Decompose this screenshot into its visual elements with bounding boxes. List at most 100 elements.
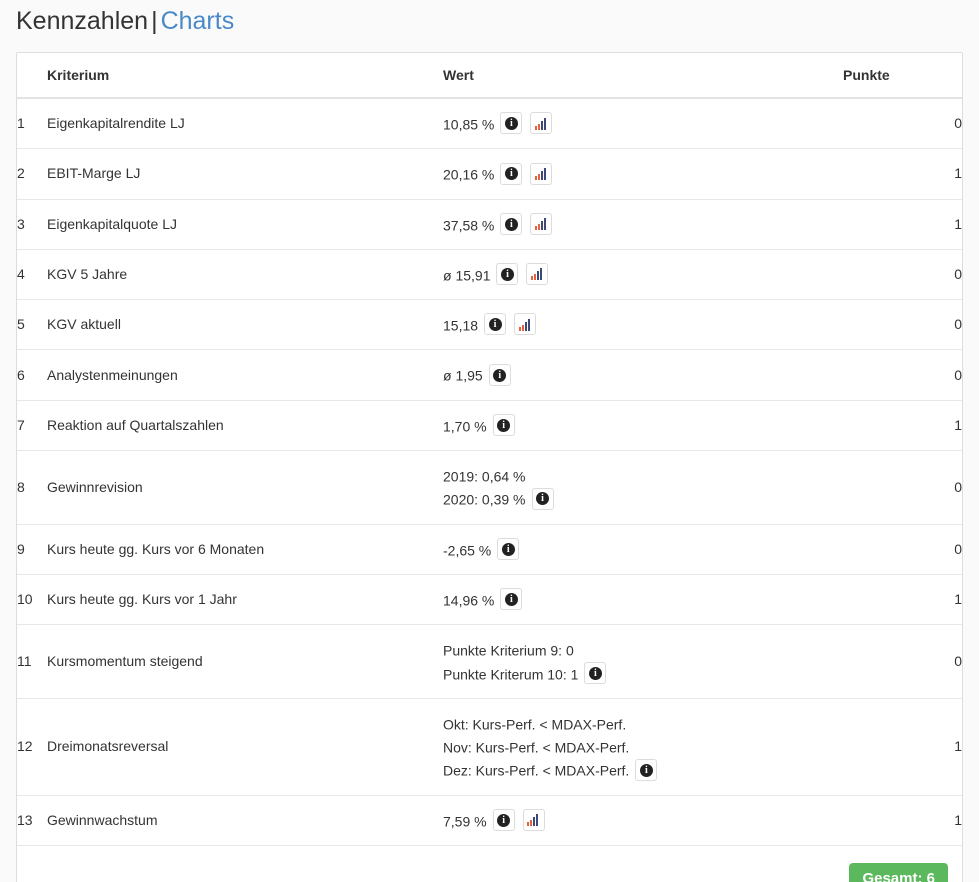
row-wert: Okt: Kurs-Perf. < MDAX-Perf. Nov: Kurs-Pe… — [443, 697, 843, 796]
info-circle-icon[interactable]: i — [500, 212, 523, 235]
total-wrapper: Gesamt: 6 — [29, 862, 948, 882]
table-row: 9 Kurs heute gg. Kurs vor 6 Monaten -2,65 … — [17, 523, 962, 575]
info-circle-icon[interactable]: i — [496, 263, 519, 286]
row-index: 1 — [17, 115, 25, 132]
value-line: Dez: Kurs-Perf. < MDAX-Perf. i — [443, 758, 843, 781]
row-punkte: 1 — [843, 573, 962, 625]
row-kriterium: Gewinnwachstum — [47, 794, 443, 846]
column-header-index — [17, 53, 47, 99]
info-circle-icon[interactable]: i — [584, 661, 607, 684]
value-text: Okt: Kurs-Perf. < MDAX-Perf. — [443, 716, 627, 733]
row-punkte: 1 — [843, 399, 962, 451]
value-text: 14,96 % — [443, 592, 495, 609]
info-circle-icon[interactable]: i — [497, 537, 520, 560]
info-glyph: i — [493, 368, 507, 382]
info-circle-icon[interactable]: i — [492, 414, 515, 437]
bar-chart-icon[interactable] — [514, 313, 537, 336]
row-kriterium: Kurs heute gg. Kurs vor 1 Jahr — [47, 573, 443, 625]
row-kriterium: Gewinnrevision — [47, 450, 443, 525]
bar-chart-icon[interactable] — [530, 212, 553, 235]
info-circle-icon[interactable]: i — [492, 809, 515, 832]
table-row: 4 KGV 5 Jahre ø 15,91 i 0 — [17, 248, 962, 300]
row-punkte: 0 — [843, 450, 962, 525]
page-root: Kennzahlen | Charts Kriterium Wert Punkte … — [0, 0, 979, 882]
info-glyph: i — [488, 318, 502, 332]
charts-link[interactable]: Charts — [161, 7, 235, 35]
row-index: 9 — [17, 523, 47, 575]
row-index: 3 — [17, 198, 47, 250]
table-row: 1 Eigenkapitalrendite LJ 10,85 % i 0 — [17, 98, 962, 149]
value-lines: 20,16 % i — [443, 162, 843, 185]
table-row: 10 Kurs heute gg. Kurs vor 1 Jahr 14,96 % i… — [17, 573, 962, 625]
page-title: Kennzahlen | Charts — [16, 3, 234, 39]
value-text: Punkte Kriterum 10: 1 — [443, 665, 579, 682]
row-index: 4 — [17, 248, 47, 300]
row-punkte: 1 — [843, 794, 962, 846]
row-wert: 1,70 % i — [443, 399, 843, 451]
value-line: ø 15,91 i — [443, 263, 843, 286]
kennzahlen-table: Kriterium Wert Punkte 1 Eigenkapitalrendi… — [17, 53, 962, 882]
info-circle-icon[interactable]: i — [500, 588, 523, 611]
bar-chart-icon[interactable] — [526, 263, 549, 286]
value-text: Nov: Kurs-Perf. < MDAX-Perf. — [443, 739, 630, 756]
table-row: 5 KGV aktuell 15,18 i 0 — [17, 299, 962, 350]
row-punkte: 0 — [954, 115, 962, 132]
bar-chart-icon[interactable] — [522, 809, 545, 832]
value-text: 1,70 % — [443, 418, 487, 435]
row-kriterium: Dreimonatsreversal — [47, 697, 443, 796]
value-lines: Okt: Kurs-Perf. < MDAX-Perf. Nov: Kurs-Pe… — [443, 712, 843, 782]
info-circle-icon[interactable]: i — [500, 162, 523, 185]
value-text: 20,16 % — [443, 166, 495, 183]
value-lines: 10,85 % i — [443, 112, 843, 135]
value-line: 2020: 0,39 % i — [443, 487, 843, 510]
value-line: 7,59 % i — [443, 809, 843, 832]
value-lines: 37,58 % i — [443, 212, 843, 236]
table-header: Kriterium Wert Punkte — [17, 53, 962, 99]
value-text: -2,65 % — [443, 541, 492, 558]
value-lines: 1,70 % i — [443, 414, 843, 437]
bar-chart-icon[interactable] — [530, 112, 553, 135]
row-wert: 20,16 % i — [443, 148, 843, 200]
row-wert: -2,65 % i — [443, 523, 843, 575]
row-wert: 10,85 % i — [443, 98, 843, 149]
info-circle-icon[interactable]: i — [531, 487, 554, 510]
bar-chart-icon[interactable] — [530, 162, 553, 185]
row-index: 10 — [17, 573, 47, 625]
value-text: 15,18 — [443, 317, 479, 334]
row-punkte: 1 — [843, 697, 962, 796]
info-circle-icon[interactable]: i — [488, 363, 511, 386]
total-cell: Gesamt: 6 — [17, 845, 962, 882]
value-text: 2019: 0,64 % — [443, 468, 526, 485]
value-text: 7,59 % — [443, 813, 487, 830]
value-line: 1,70 % i — [443, 414, 843, 437]
column-header-wert: Wert — [443, 53, 843, 99]
value-line: ø 1,95 i — [443, 363, 843, 386]
table-footer: Gesamt: 6 — [17, 845, 962, 882]
info-circle-icon[interactable]: i — [635, 758, 658, 781]
row-punkte: 1 — [843, 148, 962, 200]
info-glyph: i — [501, 542, 515, 556]
value-text: Dez: Kurs-Perf. < MDAX-Perf. — [443, 762, 630, 779]
info-glyph: i — [504, 167, 518, 181]
value-text: 2020: 0,39 % — [443, 491, 526, 508]
info-glyph: i — [497, 418, 511, 432]
row-kriterium: Kursmomentum steigend — [47, 624, 443, 699]
info-circle-icon[interactable]: i — [484, 313, 507, 336]
row-index: 5 — [17, 299, 47, 350]
value-line: 15,18 i — [443, 313, 843, 336]
info-circle-icon[interactable]: i — [500, 112, 523, 135]
table-row: 2 EBIT-Marge LJ 20,16 % i 1 — [17, 148, 962, 200]
table-row: 7 Reaktion auf Quartalszahlen 1,70 % i 1 — [17, 399, 962, 451]
value-line: Nov: Kurs-Perf. < MDAX-Perf. — [443, 735, 843, 758]
value-text: Punkte Kriterium 9: 0 — [443, 642, 574, 659]
row-kriterium: Reaktion auf Quartalszahlen — [47, 399, 443, 451]
row-wert: Punkte Kriterium 9: 0 Punkte Kriterum 10:… — [443, 624, 843, 699]
table-row: 8 Gewinnrevision 2019: 0,64 % 2020: 0,39 % i… — [17, 450, 962, 525]
table-row: 13 Gewinnwachstum 7,59 % i 1 — [17, 794, 962, 846]
info-glyph: i — [504, 217, 518, 231]
info-glyph: i — [504, 593, 518, 607]
table-row: 11 Kursmomentum steigend Punkte Kriterium … — [17, 624, 962, 699]
value-line: Punkte Kriterium 9: 0 — [443, 638, 843, 661]
value-line: 37,58 % i — [443, 212, 843, 236]
value-lines: ø 1,95 i — [443, 363, 843, 386]
